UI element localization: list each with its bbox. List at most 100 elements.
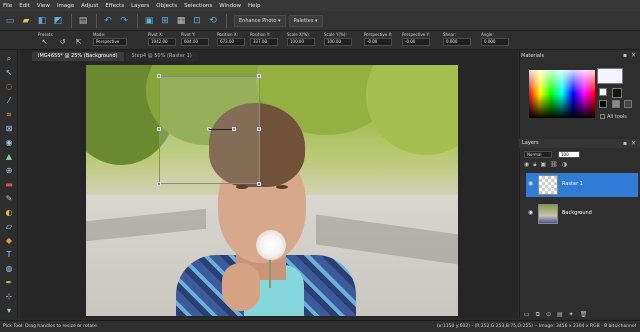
group-icon[interactable]: ▤ [557,311,563,318]
text-tool-icon[interactable]: T [2,249,16,260]
crop-tool-icon[interactable]: ⌗ [2,109,16,120]
visibility-eye-icon[interactable]: ◉ [528,209,533,216]
menu-file[interactable]: File [3,3,12,9]
all-tools-label: All tools [607,114,627,120]
scratch-remover-icon[interactable]: ▬ [2,179,16,190]
swap-white-swatch[interactable] [599,88,607,96]
dropper-tool-icon[interactable]: ⁄ [2,95,16,106]
lock-transparency-icon[interactable]: ▣ [540,161,546,169]
zoom-tool-icon[interactable]: ⌕ [2,53,16,64]
shape-tool-icon[interactable]: ◍ [2,263,16,274]
mesh-warp-tool-icon[interactable]: ⊹ [2,291,16,302]
pen-tool-icon[interactable]: ✒ [2,277,16,288]
perspective-y-field[interactable]: -0.00 [402,38,430,46]
mode-select[interactable]: Perspective [93,38,127,46]
scale-x-field[interactable]: 100.00 [287,38,315,46]
save-icon[interactable]: ◧ [35,14,49,28]
perspective-x-field[interactable]: -0.00 [364,38,392,46]
red-eye-tool-icon[interactable]: ◉ [2,137,16,148]
mask-icon[interactable]: ⊙ [546,311,551,318]
reset-icon[interactable]: ↺ [58,38,67,47]
effects-icon[interactable]: ✦ [569,311,574,318]
scale-x-label: Scale X(%): [287,32,311,37]
redo-icon[interactable]: ↷ [117,14,131,28]
menu-edit[interactable]: Edit [19,3,30,9]
layer-row-background[interactable]: ◉ Background [526,202,638,226]
print-icon[interactable]: ▤ [76,14,90,28]
layer-row-raster-1[interactable]: ◉ Raster 1 [526,173,638,197]
pivot-y-field[interactable]: 604.00 [181,38,209,46]
swap-black-swatch[interactable] [599,100,607,108]
link-icon[interactable]: ⛓︎ [550,161,558,169]
link-icon[interactable]: ⇱ [74,38,83,47]
makeover-tool-icon[interactable]: ▲ [2,151,16,162]
adjust-icon[interactable]: ◑ [562,161,567,169]
position-y-field[interactable]: 337.00 [250,38,278,46]
lasso-tool-icon[interactable]: ◌ [2,81,16,92]
menu-help[interactable]: Help [248,3,261,9]
position-x-field[interactable]: 673.00 [217,38,245,46]
rotation-handle[interactable] [232,127,236,131]
all-tools-checkbox[interactable]: All tools [600,114,627,120]
tab-img4655[interactable]: IMG4655* @ 25% (Background) [32,52,124,61]
visibility-eye-icon[interactable]: ◉ [528,180,533,187]
menu-objects[interactable]: Objects [156,3,177,9]
dodge-tool-icon[interactable]: ◐ [2,207,16,218]
delete-layer-icon[interactable]: 🗑︎ [580,311,588,318]
image-canvas[interactable] [86,65,458,316]
enhance-photo-button[interactable]: Enhance Photo ▾ [234,14,286,27]
more-tools-icon[interactable]: ▾ [2,305,16,316]
resize-handle-top-right[interactable] [257,74,261,78]
eye-icon[interactable]: ◉ [524,161,529,169]
brush-tool-icon[interactable]: ✎ [2,193,16,204]
fit-icon[interactable]: ▣ [142,14,156,28]
menu-layers[interactable]: Layers [131,3,149,9]
menu-effects[interactable]: Effects [105,3,124,9]
crop-icon[interactable]: ⊡ [190,14,204,28]
layers-menu-icon[interactable]: ▪ [623,139,627,148]
resize-handle-bottom-left[interactable] [157,182,161,186]
background-color-swatch[interactable] [612,88,622,98]
palettes-button[interactable]: Palettes ▾ [288,14,323,27]
new-layer-icon[interactable]: ▭ [524,311,530,318]
resize-handle-left[interactable] [157,127,161,131]
menu-adjust[interactable]: Adjust [81,3,98,9]
reopen-icon[interactable]: ◩ [51,14,65,28]
eraser-tool-icon[interactable]: ▱ [2,221,16,232]
new-icon[interactable]: ▭ [3,14,17,28]
tab-step4[interactable]: Step4 @ 50% (Raster 1) [125,52,198,61]
texture-swatch[interactable] [612,100,620,108]
pattern-swatch[interactable] [624,100,632,108]
undo-icon[interactable]: ↶ [101,14,115,28]
zoom-icon[interactable]: ⊞ [158,14,172,28]
menu-selections[interactable]: Selections [184,3,212,9]
resize-handle-right[interactable] [257,127,261,131]
checkbox-box[interactable] [600,114,605,119]
clone-tool-icon[interactable]: ⊕ [2,165,16,176]
refresh-icon[interactable]: ⟲ [206,14,220,28]
fill-tool-icon[interactable]: ◆ [2,235,16,246]
grid-icon[interactable]: ▦ [174,14,188,28]
menu-image[interactable]: Image [57,3,74,9]
shear-field[interactable]: 0.000 [443,38,471,46]
menu-window[interactable]: Window [219,3,241,9]
layers-close-icon[interactable]: ✕ [631,139,636,148]
opacity-field[interactable]: 100 [558,150,580,158]
resize-handle-top-left[interactable] [157,74,161,78]
layers-title: Layers [522,140,539,146]
scale-y-field[interactable]: 100.00 [324,38,352,46]
resize-handle-bottom-right[interactable] [257,182,261,186]
materials-menu-icon[interactable]: ▪ [623,52,627,60]
lock-icon[interactable]: 🔒︎ [533,161,536,169]
open-icon[interactable]: ▰ [19,14,33,28]
move-tool-icon[interactable]: ⊠ [2,123,16,134]
materials-close-icon[interactable]: ✕ [631,52,636,60]
duplicate-layer-icon[interactable]: ⧉ [536,311,540,318]
angle-field[interactable]: 0.000 [481,38,509,46]
pick-tool-preset-icon[interactable]: ↖ [40,38,49,47]
pivot-x-field[interactable]: 1042.00 [148,38,176,46]
foreground-color-swatch[interactable] [597,68,623,84]
blend-mode-select[interactable]: Normal [524,150,552,158]
menu-view[interactable]: View [37,3,50,9]
pick-tool-icon[interactable]: ↖ [2,67,16,78]
